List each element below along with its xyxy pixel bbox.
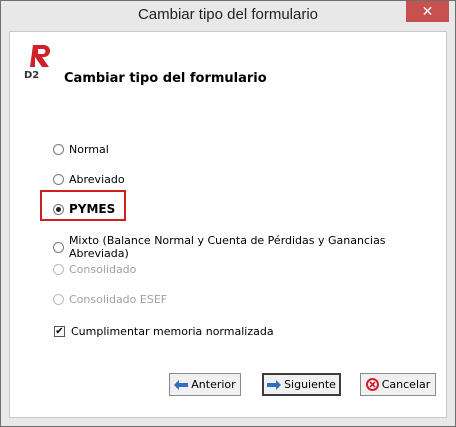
option-abreviado-label: Abreviado (69, 173, 125, 186)
arrow-right-icon (267, 379, 282, 390)
next-button[interactable]: Siguiente (262, 373, 341, 396)
radio-abreviado[interactable] (53, 174, 64, 185)
arrow-left-icon (174, 379, 189, 390)
close-button[interactable]: ✕ (406, 1, 449, 22)
option-consolidado-esef: Consolidado ESEF (53, 293, 167, 306)
radio-consolidado (53, 264, 64, 275)
radio-pymes[interactable] (53, 203, 64, 215)
next-button-label: Siguiente (284, 378, 336, 391)
window-title: Cambiar tipo del formulario (137, 6, 319, 23)
radio-mixto[interactable] (53, 241, 64, 253)
radio-normal[interactable] (53, 144, 64, 155)
memoria-checkbox-label: Cumplimentar memoria normalizada (71, 325, 274, 338)
memoria-checkbox-row[interactable]: ✔ Cumplimentar memoria normalizada (54, 325, 274, 338)
option-normal-label: Normal (69, 143, 109, 156)
close-icon: ✕ (421, 3, 434, 20)
option-abreviado[interactable]: Abreviado (53, 173, 125, 186)
option-consolidado-esef-label: Consolidado ESEF (69, 293, 168, 306)
option-consolidado: Consolidado (53, 263, 136, 276)
option-pymes[interactable]: PYMES (53, 202, 115, 216)
option-normal[interactable]: Normal (53, 143, 109, 156)
option-mixto-label: Mixto (Balance Normal y Cuenta de Pérdid… (68, 234, 386, 260)
cancel-icon (365, 378, 379, 391)
title-bar: Cambiar tipo del formulario ✕ (1, 1, 455, 30)
option-consolidado-label: Consolidado (69, 263, 137, 276)
radio-consolidado-esef (53, 294, 64, 305)
svg-text:D2: D2 (24, 70, 39, 80)
dialog-content: D2 Cambiar tipo del formulario Normal Ab… (9, 31, 447, 418)
back-button-label: Anterior (191, 378, 236, 391)
back-button[interactable]: Anterior (169, 373, 241, 396)
memoria-checkbox[interactable]: ✔ (54, 326, 65, 337)
app-logo: D2 (24, 45, 50, 80)
option-mixto[interactable]: Mixto (Balance Normal y Cuenta de Pérdid… (53, 234, 446, 260)
dialog-window: Cambiar tipo del formulario ✕ D2 Cambiar… (0, 0, 456, 427)
cancel-button[interactable]: Cancelar (360, 373, 436, 396)
dialog-heading: Cambiar tipo del formulario (64, 71, 267, 86)
option-pymes-label: PYMES (69, 202, 116, 216)
cancel-button-label: Cancelar (381, 378, 431, 391)
